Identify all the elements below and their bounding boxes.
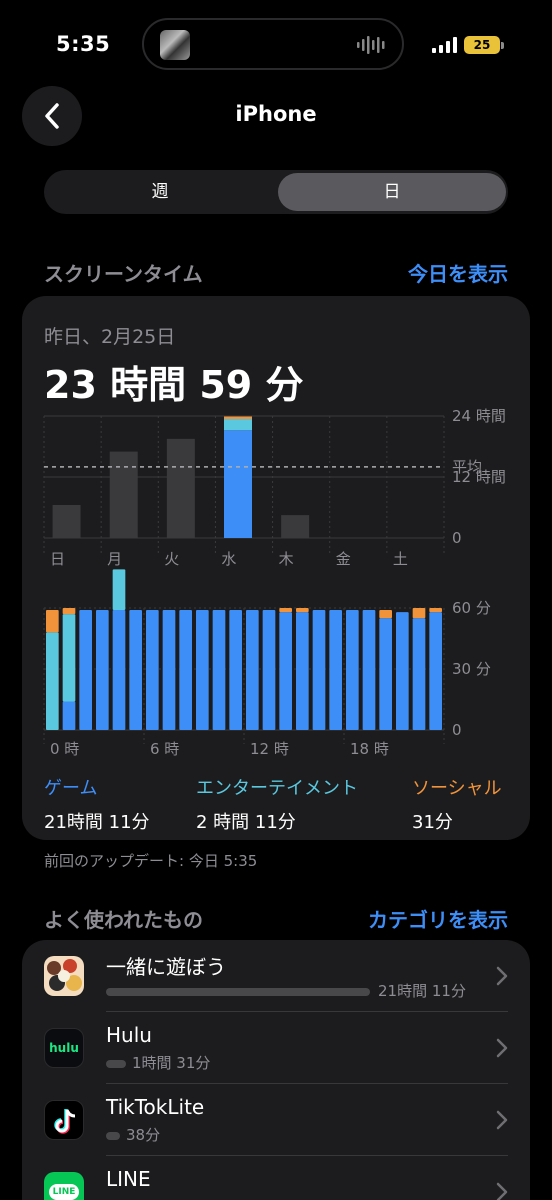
bar-segment — [79, 610, 92, 730]
bar-segment — [146, 610, 159, 730]
category-name: エンターテイメント — [196, 778, 358, 799]
bar-segment — [362, 610, 376, 730]
bar-segment — [96, 610, 109, 730]
x-tick-label: 6 時 — [150, 740, 179, 758]
bar-segment — [112, 569, 126, 611]
category-name: ゲーム — [44, 778, 98, 799]
line-icon: LINE — [44, 1172, 84, 1200]
x-tick-label: 0 時 — [50, 740, 79, 758]
hulu-icon: hulu — [44, 1028, 84, 1068]
game-app-icon — [44, 956, 84, 996]
bar-segment — [312, 610, 326, 730]
bar-segment — [429, 608, 442, 613]
bar-segment — [396, 612, 409, 730]
category-name: ソーシャル — [412, 778, 502, 799]
hourly-usage-chart[interactable]: 60 分 30 分 0 0 時 6 時 12 時 18 時 — [22, 296, 530, 776]
bar-segment — [429, 612, 442, 730]
bar-segment — [262, 610, 276, 730]
bar-segment — [62, 608, 76, 615]
cellular-signal-icon — [432, 37, 457, 53]
app-name: Hulu — [106, 1023, 152, 1047]
chevron-right-icon — [496, 1110, 508, 1130]
screen-time-title: スクリーンタイム — [44, 262, 203, 286]
last-update-note: 前回のアップデート: 今日 5:35 — [44, 852, 258, 870]
audio-wave-icon — [357, 36, 385, 54]
category-value: 21時間 11分 — [44, 812, 150, 833]
x-tick-label: 18 時 — [350, 740, 389, 758]
dynamic-island[interactable] — [142, 18, 404, 70]
bar-segment — [412, 618, 426, 730]
bar-segment — [412, 608, 426, 619]
app-name: TikTokLite — [106, 1095, 205, 1119]
bar-segment — [179, 610, 192, 730]
bar-segment — [379, 610, 392, 619]
y-tick-label: 0 — [452, 721, 462, 739]
most-used-title: よく使われたもの — [44, 908, 203, 932]
period-segmented-control: 週 日 — [44, 170, 508, 214]
bar-segment — [46, 610, 59, 633]
y-tick-label: 30 分 — [452, 660, 491, 678]
app-row-line[interactable]: LINE LINE — [22, 1156, 530, 1200]
bar-segment — [62, 701, 76, 730]
chevron-right-icon — [496, 966, 508, 986]
screen-time-header: スクリーンタイム 今日を表示 — [44, 258, 508, 288]
segment-day[interactable]: 日 — [278, 173, 506, 211]
app-row-hulu[interactable]: hulu Hulu 1時間 31分 — [22, 1012, 530, 1084]
app-name: LINE — [106, 1167, 151, 1191]
app-usage-time: 1時間 31分 — [132, 1054, 211, 1072]
bar-segment — [296, 608, 309, 613]
bar-segment — [346, 610, 359, 730]
status-time: 5:35 — [56, 32, 111, 56]
show-today-link[interactable]: 今日を表示 — [408, 258, 508, 287]
bar-segment — [379, 618, 392, 730]
app-row-tiktok[interactable]: TikTokLite 38分 — [22, 1084, 530, 1156]
most-used-list: 一緒に遊ぼう 21時間 11分 hulu Hulu 1時間 31分 TikTok — [22, 940, 530, 1200]
show-categories-link[interactable]: カテゴリを表示 — [368, 904, 508, 933]
bar-segment — [46, 632, 59, 730]
bar-segment — [162, 610, 176, 730]
bar-segment — [212, 610, 226, 730]
status-bar: 5:35 25 — [0, 0, 552, 90]
line-logo-text: LINE — [48, 1184, 80, 1200]
chevron-right-icon — [496, 1182, 508, 1200]
bar-segment — [129, 610, 142, 730]
bar-segment — [279, 608, 292, 613]
bar-segment — [279, 612, 292, 730]
app-usage-time: 38分 — [126, 1126, 161, 1144]
bar-segment — [62, 614, 76, 702]
most-used-header: よく使われたもの カテゴリを表示 — [44, 904, 508, 934]
category-value: 2 時間 11分 — [196, 812, 296, 833]
chevron-right-icon — [496, 1038, 508, 1058]
screen-time-card[interactable]: 昨日、2月25日 23 時間 59 分 平均 24 時間 12 時間 0 日月火水木金土… — [22, 296, 530, 840]
category-social: ソーシャル 31分 — [412, 774, 502, 834]
bar-segment — [229, 610, 242, 730]
app-usage-time: 21時間 11分 — [378, 982, 466, 1000]
category-value: 31分 — [412, 812, 453, 833]
bar-segment — [296, 612, 309, 730]
battery-tip — [501, 42, 504, 49]
segment-week[interactable]: 週 — [46, 173, 274, 211]
tiktok-icon — [44, 1100, 84, 1140]
app-row-game[interactable]: 一緒に遊ぼう 21時間 11分 — [22, 940, 530, 1012]
category-games: ゲーム 21時間 11分 — [44, 774, 150, 834]
x-tick-label: 12 時 — [250, 740, 289, 758]
usage-bar — [106, 1060, 126, 1068]
battery-indicator: 25 — [464, 36, 500, 54]
page-title: iPhone — [235, 102, 317, 126]
bar-segment — [112, 610, 126, 730]
bar-segment — [329, 610, 342, 730]
now-playing-artwork — [160, 30, 190, 60]
bar-segment — [246, 610, 259, 730]
y-tick-label: 60 分 — [452, 599, 491, 617]
category-entertainment: エンターテイメント 2 時間 11分 — [196, 774, 358, 834]
bar-segment — [196, 610, 209, 730]
usage-bar — [106, 988, 370, 996]
hulu-logo-text: hulu — [49, 1041, 79, 1055]
app-name: 一緒に遊ぼう — [106, 955, 226, 979]
usage-bar — [106, 1132, 120, 1140]
